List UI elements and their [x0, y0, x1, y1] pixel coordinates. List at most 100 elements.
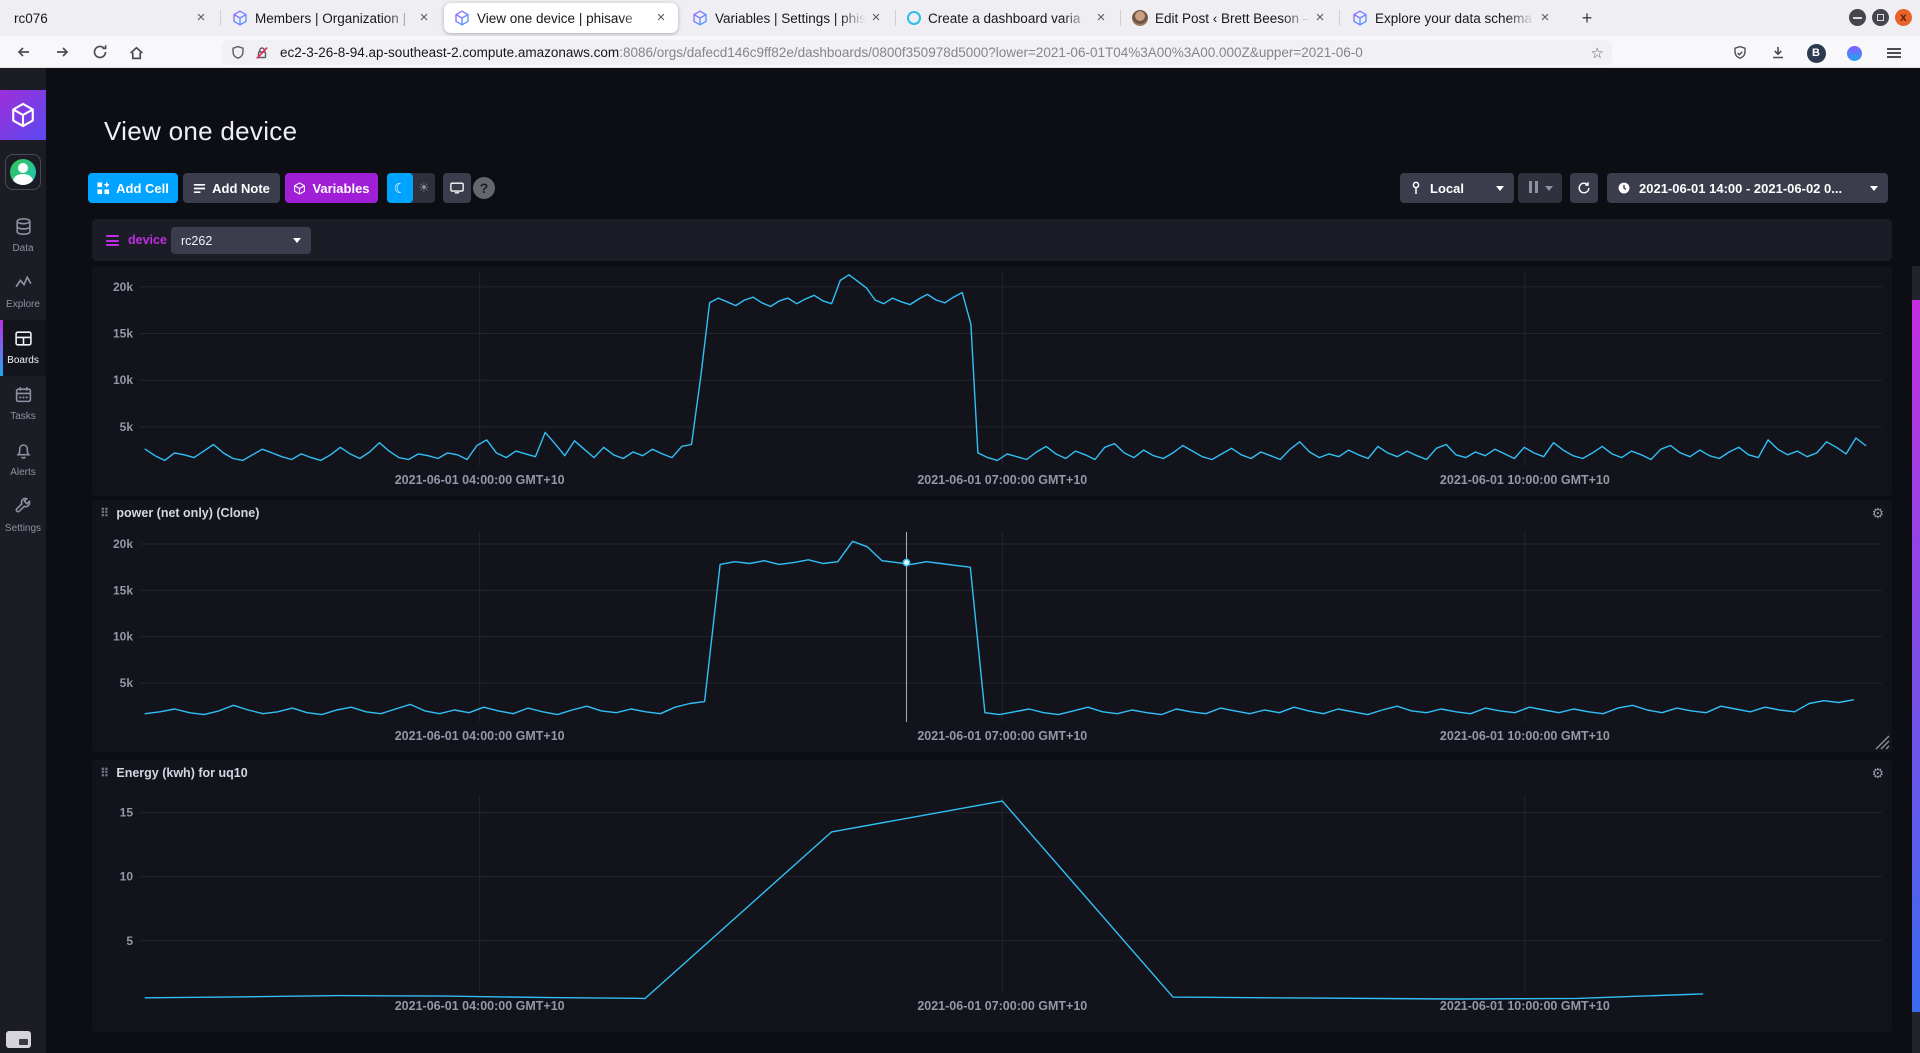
tab-title: Edit Post ‹ Brett Beeson – [1155, 11, 1311, 26]
shield-icon[interactable] [230, 45, 246, 61]
pause-refresh-button[interactable] [1518, 173, 1562, 203]
presentation-mode-button[interactable] [443, 173, 471, 203]
variable-drag-icon[interactable] [106, 233, 119, 248]
svg-text:5k: 5k [120, 420, 134, 434]
window-controls: x [1849, 9, 1912, 26]
new-tab-button[interactable]: + [1574, 6, 1600, 30]
calendar-icon [14, 385, 33, 404]
tab-close-icon[interactable]: × [867, 9, 885, 27]
protection-shield-icon[interactable] [1728, 41, 1752, 65]
svg-text:2021-06-01 10:00:00 GMT+10: 2021-06-01 10:00:00 GMT+10 [1440, 473, 1610, 487]
svg-text:20k: 20k [113, 280, 133, 294]
add-note-button[interactable]: Add Note [183, 173, 280, 203]
svg-text:2021-06-01 04:00:00 GMT+10: 2021-06-01 04:00:00 GMT+10 [395, 999, 565, 1013]
drag-handle-icon[interactable]: ⠿ [100, 506, 109, 520]
graph-line-icon [14, 273, 33, 292]
forward-button[interactable] [50, 40, 74, 64]
browser-tab-view-one-device[interactable]: View one device | phisave × [444, 3, 678, 33]
variables-button[interactable]: Variables [285, 173, 378, 203]
menu-icon[interactable] [1882, 41, 1906, 65]
device-variable-dropdown[interactable]: rc262 [171, 227, 311, 254]
user-avatar[interactable] [5, 154, 41, 190]
tab-close-icon[interactable]: × [192, 9, 210, 27]
svg-text:2021-06-01 04:00:00 GMT+10: 2021-06-01 04:00:00 GMT+10 [395, 473, 565, 487]
gear-icon[interactable]: ⚙ [1871, 505, 1884, 521]
cell-energy: ⠿ Energy (kwh) for uq10 ⚙ 2021-06-01 04:… [92, 760, 1892, 1032]
docs-favicon-icon [907, 11, 921, 25]
bookmark-star-icon[interactable]: ☆ [1591, 44, 1604, 62]
home-button[interactable] [124, 40, 148, 64]
database-icon [14, 217, 33, 236]
window-close-button[interactable]: x [1895, 9, 1912, 26]
gear-icon[interactable]: ⚙ [1871, 765, 1884, 781]
note-icon [193, 182, 206, 195]
light-mode-icon[interactable]: ☀ [413, 173, 435, 203]
url-bar[interactable]: ec2-3-26-8-94.ap-southeast-2.compute.ama… [222, 40, 1612, 65]
sidebar-item-tasks[interactable]: Tasks [0, 376, 46, 432]
sidebar-item-explore[interactable]: Explore [0, 264, 46, 320]
tab-title: View one device | phisave [477, 11, 652, 26]
browser-tab-explore-schema[interactable]: Explore your data schema × [1342, 3, 1562, 33]
time-range-dropdown[interactable]: 2021-06-01 14:00 - 2021-06-02 0... [1607, 173, 1888, 203]
add-cell-button[interactable]: Add Cell [88, 173, 178, 203]
add-cell-label: Add Cell [116, 181, 169, 196]
browser-tab-variables-settings[interactable]: Variables | Settings | phisa × [682, 3, 893, 33]
scrollbar-thumb[interactable] [1912, 300, 1920, 1012]
svg-text:2021-06-01 10:00:00 GMT+10: 2021-06-01 10:00:00 GMT+10 [1440, 999, 1610, 1013]
browser-tab-create-dashboard[interactable]: Create a dashboard varia × [897, 3, 1118, 33]
power-clone-chart[interactable]: 2021-06-01 04:00:00 GMT+102021-06-01 07:… [92, 526, 1892, 752]
sidebar-item-settings[interactable]: Settings [0, 488, 46, 544]
sidebar-item-alerts[interactable]: Alerts [0, 432, 46, 488]
cell-header: ⠿ Energy (kwh) for uq10 ⚙ [92, 760, 1892, 786]
sidebar-item-data[interactable]: Data [0, 208, 46, 264]
tab-close-icon[interactable]: × [415, 9, 433, 27]
tab-close-icon[interactable]: × [1536, 9, 1554, 27]
url-domain: ec2-3-26-8-94.ap-southeast-2.compute.ama… [280, 45, 619, 60]
chevron-down-icon [1496, 186, 1504, 191]
tab-close-icon[interactable]: × [1092, 9, 1110, 27]
refresh-button[interactable] [1570, 173, 1598, 203]
tab-close-icon[interactable]: × [1311, 9, 1329, 27]
theme-toggle[interactable]: ☾ ☀ [387, 173, 435, 203]
browser-tab-edit-post[interactable]: Edit Post ‹ Brett Beeson – × [1122, 3, 1337, 33]
chevron-down-icon [293, 238, 301, 243]
bell-icon [14, 441, 33, 460]
chevron-down-icon [1870, 186, 1878, 191]
insecure-lock-icon[interactable] [254, 45, 270, 61]
dark-mode-icon[interactable]: ☾ [387, 173, 413, 203]
resize-handle-icon[interactable] [1875, 735, 1890, 750]
cell-header: ⠿ power (net only) (Clone) ⚙ [92, 500, 1892, 526]
window-minimize-button[interactable] [1849, 9, 1866, 26]
clock-icon [1617, 181, 1631, 195]
drag-handle-icon[interactable]: ⠿ [100, 766, 109, 780]
variable-name: device [128, 233, 167, 247]
screen: rc076 × Members | Organization | × View … [0, 0, 1920, 1053]
sidebar-item-label: Tasks [0, 411, 46, 422]
energy-chart[interactable]: 2021-06-01 04:00:00 GMT+102021-06-01 07:… [92, 786, 1892, 1032]
tab-title: Create a dashboard varia [928, 11, 1092, 26]
timezone-dropdown[interactable]: Local [1400, 173, 1514, 203]
power-chart[interactable]: 2021-06-01 04:00:00 GMT+10 2021-06-01 07:… [92, 266, 1892, 496]
extension-icon[interactable] [1842, 41, 1866, 65]
influxdb-favicon-icon [1352, 10, 1368, 26]
tab-close-icon[interactable]: × [652, 9, 670, 27]
influxdb-app: Data Explore Boards Tasks Alerts [0, 68, 1920, 1053]
sidebar-item-label: Alerts [0, 467, 46, 478]
back-button[interactable] [12, 40, 36, 64]
browser-tab-rc076[interactable]: rc076 × [4, 3, 218, 33]
browser-tab-members[interactable]: Members | Organization | × [222, 3, 441, 33]
sidebar-item-boards[interactable]: Boards [0, 320, 46, 376]
svg-text:2021-06-01 07:00:00 GMT+10: 2021-06-01 07:00:00 GMT+10 [917, 473, 1087, 487]
timezone-label: Local [1430, 181, 1488, 196]
scrollbar-track[interactable] [1912, 266, 1920, 1053]
svg-text:5k: 5k [120, 676, 134, 690]
downloads-icon[interactable] [1766, 41, 1790, 65]
browser-tabbar: rc076 × Members | Organization | × View … [0, 0, 1920, 36]
influxdb-logo[interactable] [0, 90, 46, 140]
reload-button[interactable] [88, 40, 112, 64]
account-avatar-icon[interactable]: B [1804, 41, 1828, 65]
help-button[interactable]: ? [473, 177, 495, 199]
window-maximize-button[interactable] [1872, 9, 1889, 26]
page-title: View one device [104, 116, 297, 147]
browser-navbar: ec2-3-26-8-94.ap-southeast-2.compute.ama… [0, 36, 1920, 68]
